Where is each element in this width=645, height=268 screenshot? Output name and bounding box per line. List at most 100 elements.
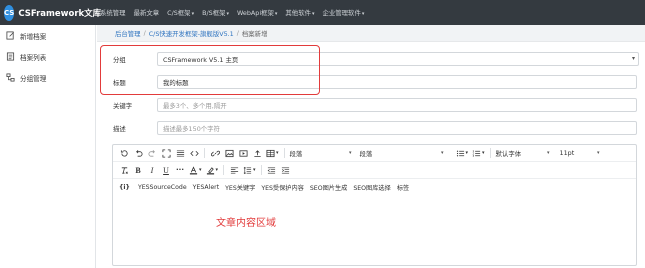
plugin-button[interactable]: YES关键字 (225, 183, 255, 192)
nav-item-label: 最新文章 (133, 9, 160, 17)
sidebar-item-new-archive[interactable]: 新增档案 (0, 25, 95, 46)
plugin-button[interactable]: SEO图片生成 (310, 183, 347, 192)
plugin-button[interactable]: 标签 (397, 183, 409, 192)
chevron-down-icon: ▾ (597, 150, 600, 156)
history-icon[interactable] (119, 147, 129, 160)
keywords-placeholder: 最多3个、多个用,隔开 (163, 101, 227, 110)
nav-item[interactable]: 企业管理软件▾ (323, 8, 365, 17)
chevron-down-icon: ▾ (349, 150, 352, 156)
plugin-button[interactable]: YESAlert (193, 184, 219, 191)
plugin-button[interactable]: YESSourceCode (138, 184, 187, 191)
nav-item-label: 企业管理软件 (322, 9, 361, 17)
sidebar-item-group-manage[interactable]: 分组管理 (0, 67, 95, 88)
align-left-icon[interactable] (229, 164, 239, 177)
breadcrumb-section[interactable]: C/S快速开发框架-旗舰版V5.1 (149, 29, 234, 38)
clear-format-icon[interactable] (119, 164, 129, 177)
group-select-value: CSFramework V5.1 主页 (163, 55, 239, 64)
nav-item[interactable]: 最新文章 (134, 8, 160, 17)
description-input[interactable]: 描述最多150个字符 (157, 121, 637, 135)
plugin-button[interactable]: {i} (119, 184, 130, 191)
media-icon[interactable] (238, 147, 248, 160)
title-input[interactable]: 我的标题 (157, 75, 637, 89)
keywords-label: 关键字 (113, 101, 133, 110)
more-icon[interactable]: ··· (175, 164, 185, 177)
logo-icon: CS (4, 4, 15, 21)
block-format-dropdown[interactable]: 段落 ▾ (290, 149, 352, 158)
title-input-value: 我的标题 (163, 78, 189, 87)
outdent-icon[interactable] (267, 164, 277, 177)
sidebar-item-label: 档案列表 (20, 53, 47, 62)
editor-content-text: 文章内容区域 (216, 218, 276, 229)
undo-icon[interactable] (133, 147, 143, 160)
breadcrumb-separator: / (236, 29, 239, 37)
paragraph-dropdown[interactable]: 段落 ▾ (360, 149, 450, 158)
indent-icon[interactable] (281, 164, 291, 177)
line-height-icon[interactable]: ▾ (243, 164, 256, 177)
editor-plugins-row: {i} YESSourceCode YESAlert YES关键字 YES受保护内容 SE… (113, 179, 636, 196)
sidebar-item-label: 新增档案 (20, 32, 47, 41)
chevron-down-icon: ▾ (191, 11, 195, 17)
title-label: 标题 (113, 78, 126, 87)
chevron-down-icon: ▾ (547, 150, 550, 156)
font-family-dropdown[interactable]: 默认字体 ▾ (496, 149, 550, 158)
form-row-title: 标题 我的标题 (97, 72, 645, 92)
chevron-down-icon: ▾ (361, 11, 365, 17)
link-icon[interactable] (210, 147, 220, 160)
bullet-list-icon[interactable]: ▾ (456, 147, 468, 160)
chevron-down-icon: ▾ (226, 11, 229, 17)
font-color-icon[interactable]: ▾ (189, 164, 202, 177)
toolbar-divider (223, 165, 225, 175)
align-justify-icon[interactable] (175, 147, 185, 160)
sidebar-item-archive-list[interactable]: 档案列表 (0, 46, 95, 67)
group-select[interactable]: CSFramework V5.1 主页 ▾ (157, 52, 639, 66)
list-document-icon (6, 52, 15, 61)
toolbar-divider (204, 148, 205, 158)
sidebar: 新增档案 档案列表 分组管理 (0, 25, 96, 268)
underline-icon[interactable]: U (161, 164, 171, 177)
bold-icon[interactable]: B (133, 164, 143, 177)
nav-item-label: 系统管理 (100, 9, 126, 17)
group-label: 分组 (113, 55, 126, 64)
upload-icon[interactable] (252, 147, 262, 160)
highlight-color-icon[interactable]: ▾ (206, 164, 218, 177)
nav-item-label: 其他软件 (285, 9, 311, 17)
keywords-input[interactable]: 最多3个、多个用,隔开 (157, 98, 637, 112)
table-icon[interactable]: ▾ (266, 147, 279, 160)
folder-tree-icon (6, 73, 15, 82)
app-logo[interactable]: CS CSFramework文库 (4, 4, 101, 21)
image-icon[interactable] (224, 147, 234, 160)
code-icon[interactable] (189, 147, 199, 160)
chevron-down-icon: ▾ (631, 55, 635, 62)
chevron-down-icon: ▾ (311, 11, 315, 17)
app-title: CSFramework文库 (18, 8, 102, 19)
breadcrumb: 后台管理 / C/S快速开发框架-旗舰版V5.1 / 档案新增 (97, 25, 645, 42)
nav-item-label: B/S框架 (202, 9, 226, 17)
nav-item[interactable]: 其他软件▾ (285, 8, 314, 17)
redo-icon[interactable] (147, 147, 157, 160)
numbered-list-icon[interactable]: 1 2 3 ▾ (472, 147, 484, 160)
rich-text-editor: ▾ 段落 ▾ 段落 ▾ ▾ 1 2 3 ▾ 默认字体 ▾ 11pt ▾ B I … (112, 144, 637, 266)
fullscreen-icon[interactable] (161, 147, 171, 160)
nav-item[interactable]: B/S框架▾ (202, 8, 229, 17)
plugin-button[interactable]: YES受保护内容 (261, 183, 304, 192)
form-row-description: 描述 描述最多150个字符 (97, 118, 645, 138)
font-family-value: 默认字体 (495, 149, 522, 158)
main-content: 后台管理 / C/S快速开发框架-旗舰版V5.1 / 档案新增 分组 CSFra… (97, 25, 645, 268)
chevron-down-icon: ▾ (274, 11, 278, 17)
nav-item-label: C/S框架 (167, 9, 191, 17)
editor-content-area[interactable]: 文章内容区域 (216, 214, 276, 229)
description-label: 描述 (113, 124, 126, 133)
plugin-button[interactable]: SEO图库选择 (353, 183, 390, 192)
nav-item[interactable]: WebApi框架▾ (237, 8, 277, 17)
italic-icon[interactable]: I (147, 164, 157, 177)
font-size-dropdown[interactable]: 11pt ▾ (560, 149, 600, 157)
nav-item[interactable]: C/S框架▾ (167, 8, 194, 17)
main-menu: 系统管理 最新文章 C/S框架▾ B/S框架▾ WebApi框架▾ 其他软件▾ 企业管理软件… (100, 8, 372, 17)
edit-document-icon (6, 31, 14, 40)
toolbar-divider (489, 148, 491, 158)
toolbar-divider (260, 165, 262, 175)
editor-toolbar-row-2: B I U ··· ▾ ▾ ▾ (113, 162, 636, 179)
breadcrumb-home[interactable]: 后台管理 (115, 29, 141, 38)
nav-item[interactable]: 系统管理 (100, 8, 126, 17)
description-placeholder: 描述最多150个字符 (163, 124, 220, 133)
